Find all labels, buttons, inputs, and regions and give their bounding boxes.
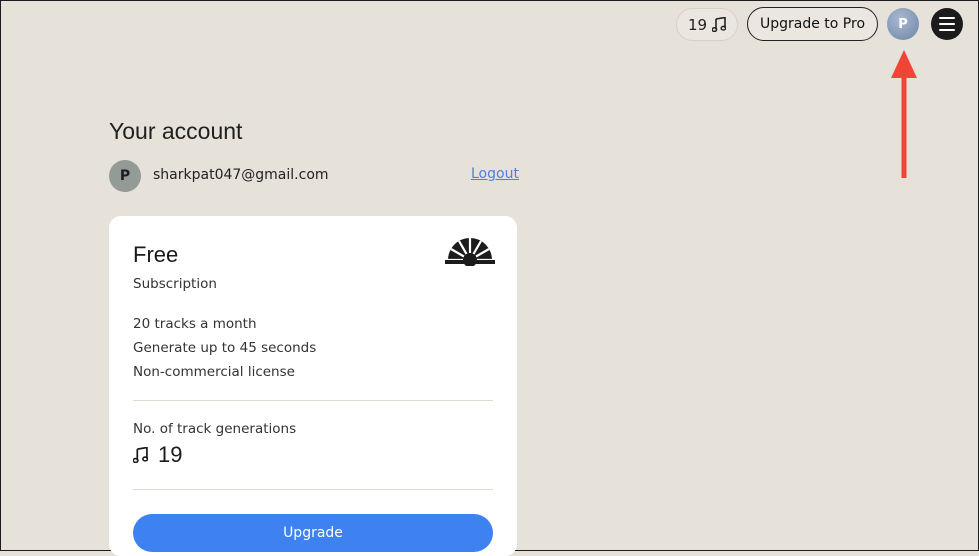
feature-item: 20 tracks a month: [133, 316, 257, 332]
upgrade-button[interactable]: Upgrade: [133, 514, 493, 552]
upgrade-to-pro-button[interactable]: Upgrade to Pro: [747, 7, 878, 41]
annotation-arrow-up-icon: [891, 50, 917, 178]
generations-value-row: 19: [133, 442, 182, 468]
menu-bar: [939, 29, 955, 31]
logout-link[interactable]: Logout: [471, 166, 519, 182]
menu-bar: [939, 23, 955, 25]
music-note-icon: [712, 17, 727, 32]
credits-count: 19: [687, 15, 708, 34]
account-avatar: P: [109, 160, 141, 192]
generations-label: No. of track generations: [133, 421, 297, 437]
page-title: Your account: [109, 118, 243, 144]
sunburst-logo-icon: [445, 238, 495, 266]
feature-item: Generate up to 45 seconds: [133, 340, 317, 356]
generations-value: 19: [158, 442, 183, 467]
divider: [133, 400, 493, 401]
account-email: sharkpat047@gmail.com: [153, 167, 329, 183]
subscription-card: Free Subscription 20 tracks a month Gene…: [109, 216, 517, 556]
music-note-icon: [133, 447, 148, 463]
credits-badge[interactable]: 19: [676, 8, 738, 41]
divider: [133, 489, 493, 490]
feature-item: Non-commercial license: [133, 364, 295, 380]
menu-bar: [939, 17, 955, 19]
plan-name: Free: [133, 242, 179, 267]
plan-subtitle: Subscription: [133, 276, 217, 292]
profile-avatar-button[interactable]: P: [887, 8, 919, 40]
hamburger-menu-icon[interactable]: [931, 8, 963, 40]
plan-features-list: 20 tracks a month Generate up to 45 seco…: [133, 316, 316, 388]
